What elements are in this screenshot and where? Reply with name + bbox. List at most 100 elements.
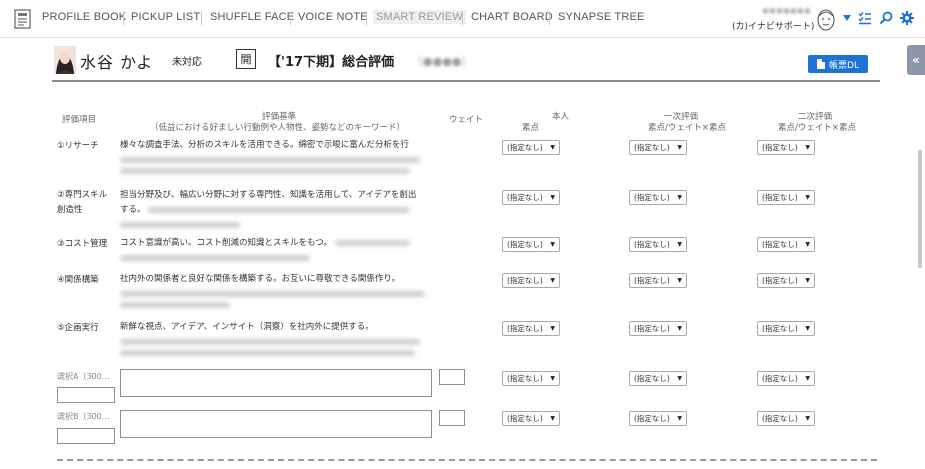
double-chevron-left-icon[interactable]: «	[907, 45, 925, 75]
criteria-redacted	[120, 339, 420, 345]
optional-criteria-textarea[interactable]	[120, 369, 432, 397]
list-check-icon[interactable]	[858, 11, 872, 25]
criteria-redacted	[120, 157, 420, 163]
column-header-self-sub: 素点	[522, 123, 540, 133]
avatar-face-icon[interactable]	[815, 8, 837, 32]
gear-icon[interactable]	[900, 11, 914, 25]
caret-down-icon: ▼	[550, 241, 555, 248]
row-criteria-planning: 新鮮な視点、アイデア、インサイト（洞察）を社内外に提供する。	[120, 320, 435, 361]
caret-down-icon: ▼	[805, 277, 810, 284]
weight-input[interactable]	[439, 410, 465, 426]
select-value: (指定なし)	[507, 374, 543, 383]
second-score-select[interactable]: (指定なし) ▼	[757, 411, 815, 426]
caret-down-icon: ▼	[805, 241, 810, 248]
criteria-text-tail: する。	[120, 205, 146, 215]
caret-down-icon: ▼	[805, 325, 810, 332]
optional-criteria-textarea[interactable]	[120, 410, 432, 438]
nav-divider	[201, 11, 202, 25]
criteria-redacted	[120, 255, 310, 261]
download-report-label: 帳票DL	[829, 60, 859, 71]
caret-down-icon[interactable]	[843, 14, 851, 22]
row-label-research: ①リサーチ	[57, 141, 99, 151]
caret-down-icon: ▼	[677, 194, 682, 201]
first-score-select[interactable]: (指定なし) ▼	[629, 273, 687, 288]
second-score-select[interactable]: (指定なし) ▼	[757, 321, 815, 336]
first-score-select[interactable]: (指定なし) ▼	[629, 371, 687, 386]
first-score-select[interactable]: (指定なし) ▼	[629, 321, 687, 336]
review-status: 未対応	[172, 57, 202, 68]
row-label-planning: ⑤企画実行	[57, 323, 99, 333]
select-value: (指定なし)	[762, 276, 798, 285]
select-value: (指定なし)	[507, 276, 543, 285]
select-value: (指定なし)	[762, 324, 798, 333]
select-value: (指定なし)	[634, 143, 670, 152]
optional-item-name-input[interactable]	[57, 387, 115, 403]
select-value: (指定なし)	[634, 276, 670, 285]
caret-down-icon: ▼	[677, 241, 682, 248]
select-value: (指定なし)	[634, 414, 670, 423]
criteria-redacted	[120, 302, 230, 308]
search-icon[interactable]	[879, 11, 893, 25]
criteria-redacted	[148, 206, 411, 213]
caret-down-icon: ▼	[677, 415, 682, 422]
optional-item-name-input[interactable]	[57, 428, 115, 444]
row-criteria-research: 様々な調査手法、分析のスキルを活用できる。綿密で示唆に富んだ分析を行	[120, 138, 435, 179]
nav-voice-note[interactable]: VOICE NOTE	[298, 11, 368, 23]
nav-synapse-tree[interactable]: SYNAPSE TREE	[558, 11, 645, 23]
second-score-select[interactable]: (指定なし) ▼	[757, 371, 815, 386]
column-header-criteria-sub: （低益における好ましい行動例や人物性、姿勢などのキーワード）	[150, 123, 406, 133]
select-value: (指定なし)	[634, 193, 670, 202]
select-value: (指定なし)	[634, 374, 670, 383]
caret-down-icon: ▼	[677, 325, 682, 332]
nav-divider	[290, 11, 291, 25]
second-score-select[interactable]: (指定なし) ▼	[757, 190, 815, 205]
top-navigation: PROFILE BOOK PICKUP LIST SHUFFLE FACE VO…	[0, 0, 925, 38]
section-divider	[57, 459, 877, 461]
self-score-select[interactable]: (指定なし) ▼	[502, 237, 560, 252]
weight-input[interactable]	[439, 369, 465, 385]
criteria-text: 社内外の関係者と良好な関係を構築する。お互いに尊敬できる関係作り。	[120, 274, 401, 284]
select-value: (指定なし)	[507, 414, 543, 423]
self-score-select[interactable]: (指定なし) ▼	[502, 371, 560, 386]
nav-divider	[123, 11, 124, 25]
second-score-select[interactable]: (指定なし) ▼	[757, 237, 815, 252]
scrollbar-thumb[interactable]	[918, 150, 922, 268]
optional-item-label-b: 選択B（300…	[57, 412, 110, 421]
self-score-select[interactable]: (指定なし) ▼	[502, 190, 560, 205]
self-score-select[interactable]: (指定なし) ▼	[502, 140, 560, 155]
first-score-select[interactable]: (指定なし) ▼	[629, 140, 687, 155]
select-value: (指定なし)	[634, 240, 670, 249]
self-score-select[interactable]: (指定なし) ▼	[502, 321, 560, 336]
first-score-select[interactable]: (指定なし) ▼	[629, 190, 687, 205]
first-score-select[interactable]: (指定なし) ▼	[629, 411, 687, 426]
document-icon	[817, 59, 826, 69]
criteria-text: 担当分野及び、幅広い分野に対する専門性、知識を活用して、アイデアを創出	[120, 190, 417, 200]
caret-down-icon: ▼	[550, 277, 555, 284]
second-score-select[interactable]: (指定なし) ▼	[757, 273, 815, 288]
row-label-creativity: 創造性	[57, 205, 83, 215]
caret-down-icon: ▼	[677, 144, 682, 151]
select-value: (指定なし)	[762, 414, 798, 423]
caret-down-icon: ▼	[550, 325, 555, 332]
self-score-select[interactable]: (指定なし) ▼	[502, 273, 560, 288]
row-label-expertise: ②専門スキル	[57, 190, 108, 200]
optional-item-label-a: 選択A（300…	[57, 372, 110, 381]
open-status-badge: 開	[236, 49, 256, 69]
second-score-select[interactable]: (指定なし) ▼	[757, 140, 815, 155]
download-report-button[interactable]: 帳票DL	[808, 55, 868, 73]
header-divider	[52, 80, 880, 82]
select-value: (指定なし)	[762, 143, 798, 152]
nav-smart-review[interactable]: SMART REVIEW	[373, 10, 466, 24]
criteria-redacted	[120, 168, 410, 174]
caret-down-icon: ▼	[805, 194, 810, 201]
nav-profile-book[interactable]: PROFILE BOOK	[42, 11, 126, 23]
support-user-name: (カ)イナビサポート)	[732, 22, 815, 32]
nav-chart-board[interactable]: CHART BOARD	[471, 11, 553, 23]
self-score-select[interactable]: (指定なし) ▼	[502, 411, 560, 426]
nav-shuffle-face[interactable]: SHUFFLE FACE	[210, 11, 294, 23]
person-photo	[54, 46, 76, 74]
first-score-select[interactable]: (指定なし) ▼	[629, 237, 687, 252]
profile-book-logo-icon[interactable]	[12, 8, 34, 30]
caret-down-icon: ▼	[677, 277, 682, 284]
nav-pickup-list[interactable]: PICKUP LIST	[131, 11, 200, 23]
